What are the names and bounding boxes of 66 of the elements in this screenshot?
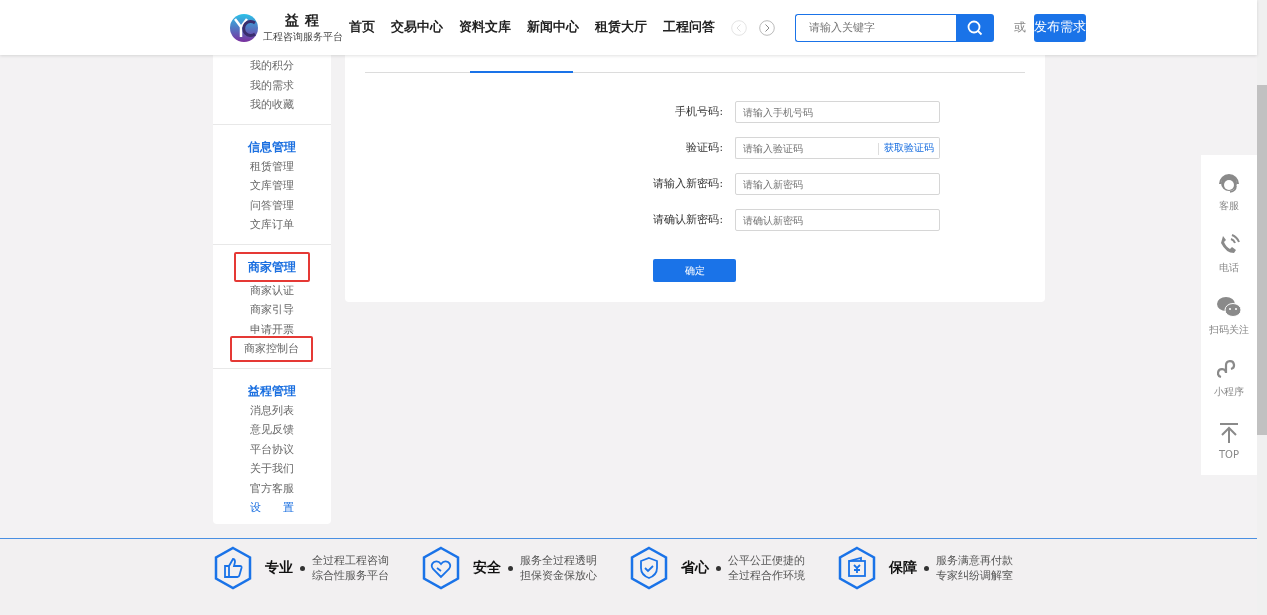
confirm-button[interactable]: 确定	[653, 259, 736, 282]
or-text: 或	[1013, 19, 1026, 36]
sidebar-item[interactable]: 文库管理	[237, 176, 306, 196]
float-button[interactable]: 电话	[1217, 223, 1241, 285]
field-label: 请确认新密码:	[652, 213, 723, 227]
search-button[interactable]	[955, 13, 994, 42]
nav-link[interactable]: 租赁大厅	[594, 19, 647, 36]
sidebar-item[interactable]: 平台协议	[237, 439, 306, 459]
input-field[interactable]: 请输入新密码	[735, 173, 940, 195]
field-label: 手机号码:	[674, 105, 723, 119]
field-label: 验证码:	[685, 141, 723, 155]
feature-text: 服务满意再付款	[935, 553, 1013, 568]
sidebar-item[interactable]: 消息列表	[237, 400, 306, 420]
chat-bubbles-icon	[1216, 295, 1242, 319]
feature-title: 保障	[888, 559, 917, 577]
nav-link[interactable]: 交易中心	[390, 19, 443, 36]
feature-text: 全过程合作环境	[727, 568, 805, 583]
sidebar-item[interactable]: 商家认证	[237, 280, 306, 300]
logo-icon[interactable]	[228, 12, 259, 43]
nav-link[interactable]: 首页	[348, 19, 375, 36]
sidebar-item[interactable]: 申请开票	[237, 319, 306, 339]
dot-icon	[507, 565, 513, 571]
feature-text: 公平公正便捷的	[727, 553, 805, 568]
sidebar-item[interactable]: 意见反馈	[237, 420, 306, 440]
headset-icon	[1217, 171, 1241, 195]
input-field[interactable]: 请输入手机号码	[735, 101, 940, 123]
feature-title: 专业	[264, 559, 293, 577]
sidebar-item[interactable]: 商家引导	[237, 300, 306, 320]
sidebar-item[interactable]: 我的收藏	[237, 95, 306, 115]
input-field[interactable]: 请确认新密码	[735, 209, 940, 231]
float-button[interactable]: 小程序	[1214, 347, 1244, 409]
dot-icon	[923, 565, 929, 571]
sidebar-item[interactable]: 关于我们	[237, 459, 306, 479]
sidebar-item[interactable]: 文库订单	[237, 215, 306, 235]
feature-text: 专家纠纷调解室	[935, 568, 1013, 583]
feature-title: 安全	[472, 559, 501, 577]
dot-icon	[715, 565, 721, 571]
sidebar-item[interactable]: 问答管理	[237, 195, 306, 215]
logo-subtitle: 工程咨询服务平台	[262, 29, 343, 44]
sidebar-item[interactable]: 我的积分	[237, 56, 306, 76]
field-label: 请输入新密码:	[652, 177, 723, 191]
feature-text: 综合性服务平台	[311, 568, 389, 583]
sidebar-item[interactable]: 设 置	[237, 498, 306, 518]
float-button[interactable]: 客服	[1217, 161, 1241, 223]
sidebar-group-title: 信息管理	[246, 138, 297, 156]
feature-title: 省心	[680, 559, 709, 577]
search-icon	[966, 19, 983, 36]
publish-button[interactable]: 发布需求	[1033, 13, 1086, 42]
nav-link[interactable]: 工程问答	[662, 19, 715, 36]
sidebar-group-title: 益程管理	[246, 382, 297, 400]
sidebar-item[interactable]: 我的需求	[237, 75, 306, 95]
nav-link[interactable]: 资料文库	[458, 19, 511, 36]
sidebar-item[interactable]: 商家控制台	[230, 336, 313, 362]
feature-text: 担保资金保放心	[519, 568, 597, 583]
sidebar-group-title: 商家管理	[233, 251, 310, 282]
arrow-up-icon	[1217, 420, 1241, 445]
float-button[interactable]: 扫码关注	[1209, 285, 1249, 347]
logo-title: 益 程	[284, 11, 321, 30]
feature-text: 全过程工程咨询	[311, 553, 389, 568]
search-field[interactable]: 请输入关键字	[794, 13, 956, 42]
dot-icon	[299, 565, 305, 571]
sidebar-item[interactable]: 官方客服	[237, 478, 306, 498]
float-button[interactable]: TOP	[1217, 409, 1241, 471]
nav-link[interactable]: 新闻中心	[526, 19, 579, 36]
sidebar-item[interactable]: 租赁管理	[237, 156, 306, 176]
feature-text: 服务全过程透明	[519, 553, 597, 568]
